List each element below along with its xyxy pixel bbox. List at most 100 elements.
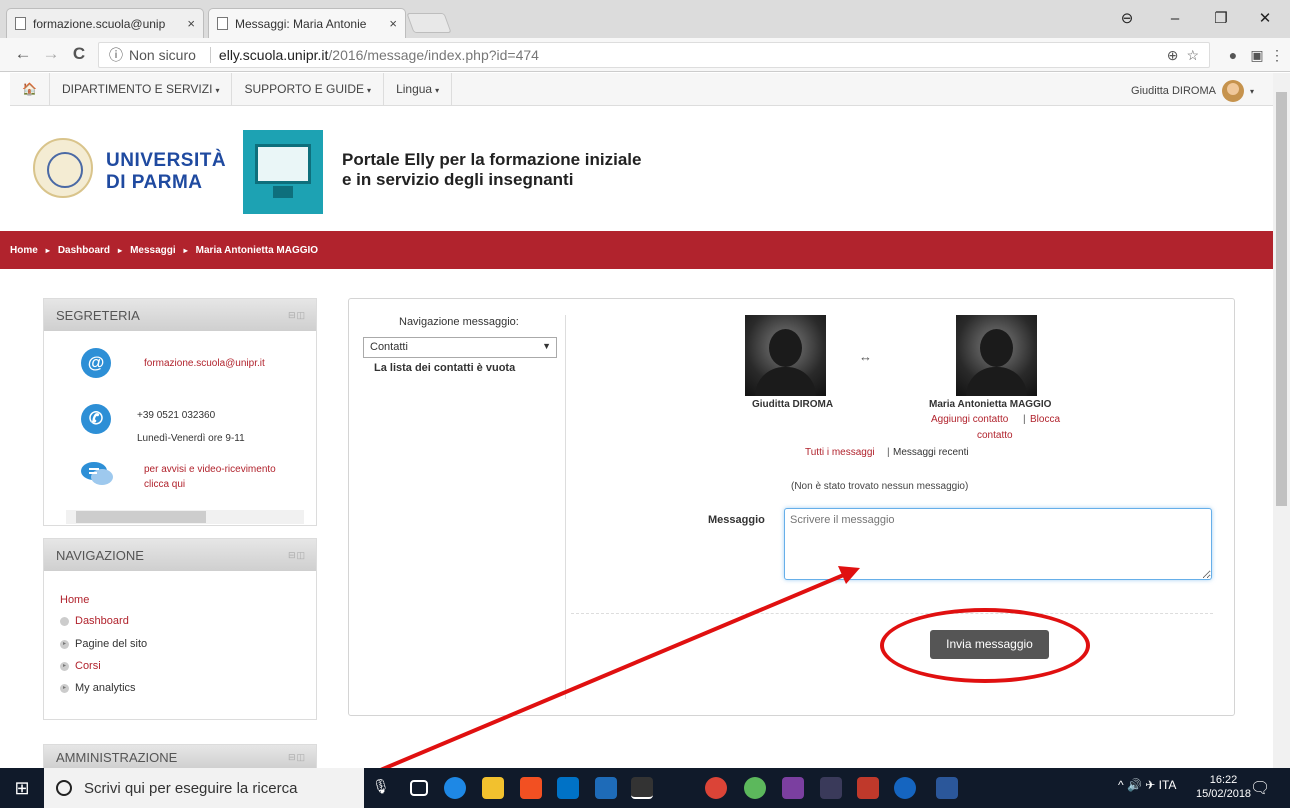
taskbar-search[interactable]: Scrivi qui per eseguire la ricerca <box>44 768 364 808</box>
select-value: Contatti <box>370 341 408 353</box>
nav-item-corsi[interactable]: ▸ Corsi <box>60 660 101 672</box>
mcafee-icon[interactable] <box>857 777 879 799</box>
bookmark-star-icon[interactable]: ☆ <box>1186 47 1199 64</box>
breadcrumb-messaggi[interactable]: Messaggi <box>130 245 176 256</box>
phone-icon: ✆ <box>81 404 111 434</box>
nav-home-link[interactable]: Home <box>60 594 89 606</box>
block-contact-link-2[interactable]: contatto <box>977 430 1013 441</box>
tab-title: formazione.scuola@unip <box>33 16 166 31</box>
email-link[interactable]: formazione.scuola@unipr.it <box>144 358 265 369</box>
security-label: Non sicuro <box>129 47 196 63</box>
breadcrumb-dashboard[interactable]: Dashboard <box>58 245 110 256</box>
block-controls-icon[interactable]: ⊟◫ <box>288 550 306 561</box>
store-icon[interactable] <box>520 777 542 799</box>
microphone-icon[interactable]: 🎙 <box>372 778 390 795</box>
taskbar-clock[interactable]: 16:22 15/02/2018 <box>1196 773 1251 801</box>
recipient-name[interactable]: Maria Antonietta MAGGIO <box>929 399 1051 410</box>
expand-icon: ▸ <box>60 683 69 693</box>
nav-item-label: Corsi <box>75 660 101 672</box>
nav-item-pagine[interactable]: ▸ Pagine del sito <box>60 638 147 650</box>
app-icon[interactable] <box>595 777 617 799</box>
page-icon <box>217 17 228 30</box>
breadcrumb-separator-icon: ▸ <box>183 245 188 255</box>
message-navigation-label: Navigazione messaggio: <box>399 316 519 328</box>
notifications-icon[interactable]: 🗨 <box>1250 778 1270 798</box>
cortana-icon <box>56 780 72 796</box>
zoom-icon[interactable]: ⊕ <box>1167 47 1179 64</box>
bullet-icon <box>60 616 69 626</box>
extension-icon[interactable]: ● <box>1222 44 1244 66</box>
home-icon[interactable]: 🏠 <box>10 72 50 106</box>
block-scrollbar-thumb[interactable] <box>76 511 206 523</box>
add-contact-link[interactable]: Aggiungi contatto <box>931 414 1008 425</box>
info-icon[interactable]: ⓘ <box>109 45 123 65</box>
expand-icon: ▸ <box>60 661 69 671</box>
menu-supporto[interactable]: SUPPORTO E GUIDE ▾ <box>232 72 385 106</box>
language-indicator[interactable]: ITA <box>1159 778 1177 792</box>
browser-tab-2[interactable]: Messaggi: Maria Antonie × <box>208 8 406 38</box>
browser-tab-1[interactable]: formazione.scuola@unip × <box>6 8 204 38</box>
extension-pdf-icon[interactable]: ▣ <box>1246 44 1268 66</box>
recent-messages-link[interactable]: Messaggi recenti <box>893 447 969 458</box>
chevron-down-icon: ▾ <box>1249 86 1254 96</box>
user-photo-recipient[interactable] <box>956 315 1037 396</box>
tab-close-icon[interactable]: × <box>389 16 397 31</box>
scrollbar-thumb[interactable] <box>1276 92 1287 506</box>
all-messages-link[interactable]: Tutti i messaggi <box>805 447 875 458</box>
chrome-icon[interactable] <box>705 777 727 799</box>
nav-item-analytics[interactable]: ▸ My analytics <box>60 682 136 694</box>
message-label: Messaggio <box>708 514 765 526</box>
task-view-icon[interactable] <box>410 780 428 796</box>
windows-start-icon[interactable]: ⊞ <box>0 768 44 808</box>
app-icon[interactable] <box>820 777 842 799</box>
menu-lingua[interactable]: Lingua ▾ <box>384 72 453 106</box>
nav-item-dashboard[interactable]: Dashboard <box>60 615 129 627</box>
university-seal-logo <box>33 138 93 198</box>
breadcrumb-home[interactable]: Home <box>10 245 38 256</box>
amministrazione-block: AMMINISTRAZIONE ⊟◫ <box>43 744 317 769</box>
account-icon[interactable]: ⊖ <box>1112 6 1142 32</box>
block-contact-link[interactable]: Blocca <box>1030 414 1060 425</box>
word-icon[interactable] <box>936 777 958 799</box>
url-host: elly.scuola.unipr.it <box>218 47 329 63</box>
breadcrumb-separator-icon: ▸ <box>118 245 123 255</box>
site-navbar: 🏠 DIPARTIMENTO E SERVIZI ▾ SUPPORTO E GUI… <box>10 72 1273 106</box>
url-bar[interactable]: ⓘ Non sicuro elly.scuola.unipr.it /2016/… <box>98 42 1210 68</box>
new-tab-button[interactable] <box>406 13 452 33</box>
nav-item-label: My analytics <box>75 682 136 694</box>
tab-close-icon[interactable]: × <box>187 16 195 31</box>
portal-title: Portale Elly per la formazione iniziale … <box>342 150 642 189</box>
phone-number: +39 0521 032360 <box>137 410 216 421</box>
outlook-icon[interactable] <box>557 777 579 799</box>
chevron-down-icon: ▾ <box>215 85 220 95</box>
tab-title: Messaggi: Maria Antonie <box>235 16 367 31</box>
onenote-icon[interactable] <box>782 777 804 799</box>
browser-menu-icon[interactable]: ⋮ <box>1266 44 1288 66</box>
user-name: Giuditta DIROMA <box>1131 85 1216 97</box>
utorrent-icon[interactable] <box>744 777 766 799</box>
app-icon[interactable] <box>631 777 653 799</box>
system-tray[interactable]: ^ 🔊 ✈ ITA <box>1118 778 1176 792</box>
video-ricevimento-link[interactable]: per avvisi e video-ricevimento clicca qu… <box>144 462 276 492</box>
no-messages-text: (Non è stato trovato nessun messaggio) <box>791 481 969 492</box>
file-explorer-icon[interactable] <box>482 777 504 799</box>
menu-label: Lingua <box>396 81 433 96</box>
block-title: NAVIGAZIONE <box>56 547 144 563</box>
block-header: AMMINISTRAZIONE ⊟◫ <box>44 745 316 769</box>
edge-icon[interactable] <box>444 777 466 799</box>
forward-button[interactable]: → <box>40 42 62 66</box>
block-controls-icon[interactable]: ⊟◫ <box>288 310 306 321</box>
minimize-button[interactable]: – <box>1160 6 1190 32</box>
maximize-button[interactable]: ❐ <box>1206 6 1236 32</box>
menu-dipartimento[interactable]: DIPARTIMENTO E SERVIZI ▾ <box>50 72 233 106</box>
empty-contacts-text: La lista dei contatti è vuota <box>374 362 516 374</box>
taskbar-search-placeholder: Scrivi qui per eseguire la ricerca <box>84 779 298 797</box>
breadcrumb: Home ▸ Dashboard ▸ Messaggi ▸ Maria Anto… <box>0 231 1273 269</box>
close-window-button[interactable]: ✕ <box>1250 6 1280 32</box>
app-icon[interactable] <box>894 777 916 799</box>
reload-button[interactable]: C <box>68 42 90 66</box>
user-menu[interactable]: Giuditta DIROMA ▾ <box>1131 80 1254 102</box>
menu-label: DIPARTIMENTO E SERVIZI <box>61 81 213 96</box>
contacts-select[interactable]: Contatti ▼ <box>363 337 557 358</box>
back-button[interactable]: ← <box>12 42 34 66</box>
